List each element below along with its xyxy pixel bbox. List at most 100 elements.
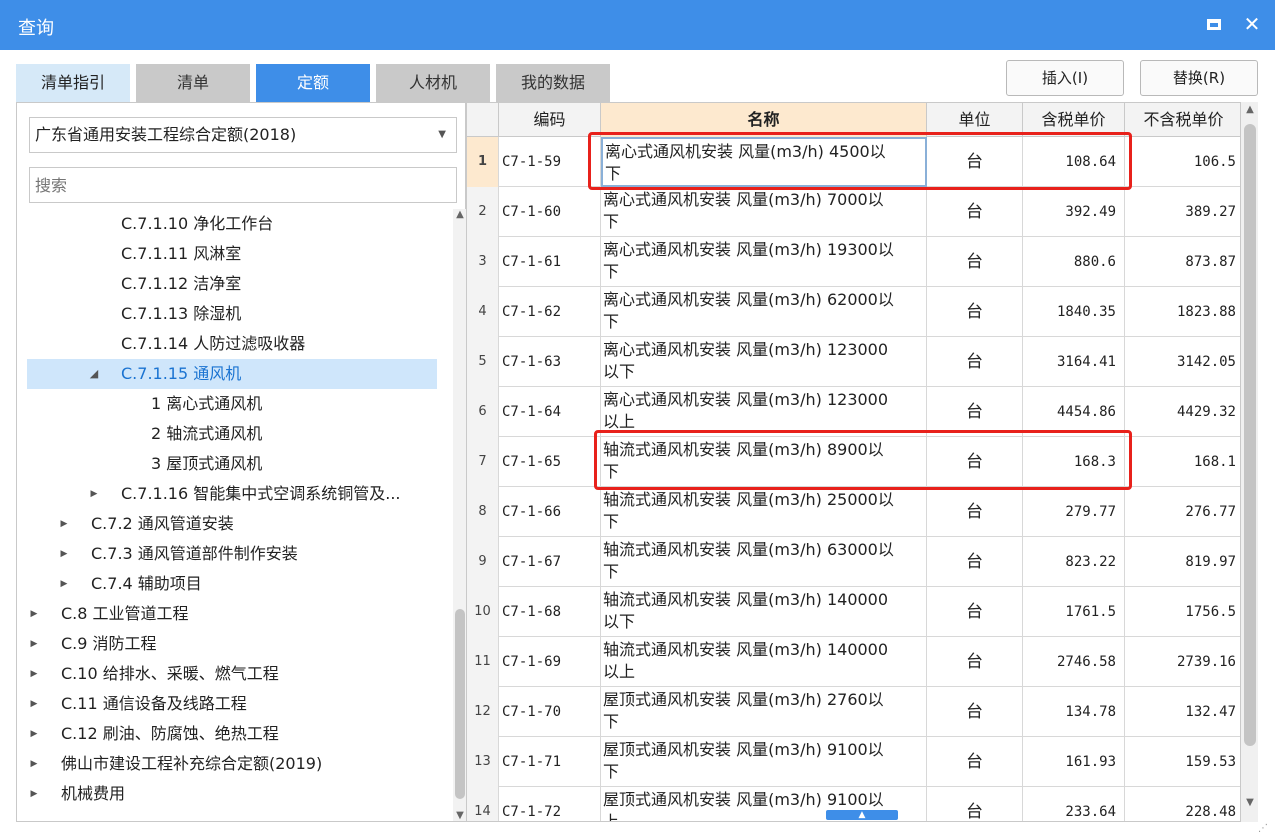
unit-cell: 台 bbox=[927, 737, 1023, 787]
tree-item[interactable]: C.7.1.14 人防过滤吸收器 bbox=[27, 329, 437, 359]
row-index: 3 bbox=[467, 237, 499, 287]
collapsed-arrow-icon[interactable]: ▶ bbox=[27, 659, 41, 689]
tree-item[interactable]: 2 轴流式通风机 bbox=[27, 419, 437, 449]
table-row[interactable]: 12 C7-1-70 屋顶式通风机安装 风量(m3/h) 2760以下台 134.78… bbox=[467, 687, 1257, 737]
tree-item[interactable]: ▶ C.9 消防工程 bbox=[27, 629, 437, 659]
tree-item[interactable]: ▶ C.7.2 通风管道安装 bbox=[27, 509, 437, 539]
tree-item[interactable]: C.7.1.12 洁净室 bbox=[27, 269, 437, 299]
header-name[interactable]: 名称 bbox=[601, 103, 927, 137]
tab-labor-material-machine[interactable]: 人材机 bbox=[376, 64, 490, 102]
table-row[interactable]: 11 C7-1-69 轴流式通风机安装 风量(m3/h) 140000 以上 台 2746… bbox=[467, 637, 1257, 687]
table-row[interactable]: 3 C7-1-61 离心式通风机安装 风量(m3/h) 19300以下台 880.6 8… bbox=[467, 237, 1257, 287]
table-row[interactable]: 2 C7-1-60 离心式通风机安装 风量(m3/h) 7000以下台 392.49 3… bbox=[467, 187, 1257, 237]
chevron-down-icon: ▼ bbox=[438, 129, 446, 140]
library-select[interactable]: 广东省通用安装工程综合定额(2018) ▼ bbox=[29, 117, 457, 153]
collapsed-arrow-icon[interactable]: ▶ bbox=[27, 719, 41, 749]
grid-header: 编码 名称 单位 含税单价 不含税单价 bbox=[467, 103, 1257, 137]
collapsed-arrow-icon[interactable]: ▶ bbox=[27, 629, 41, 659]
tree-item[interactable]: ▶ C.7.1.16 智能集中式空调系统铜管及... bbox=[27, 479, 437, 509]
unit-cell: 台 bbox=[927, 287, 1023, 337]
tree-item[interactable]: ▶ C.7.3 通风管道部件制作安装 bbox=[27, 539, 437, 569]
no-tax-price-cell: 2739.16 bbox=[1125, 637, 1243, 687]
collapsed-arrow-icon[interactable]: ▶ bbox=[27, 749, 41, 779]
scroll-up-icon[interactable]: ▲ bbox=[1241, 104, 1259, 115]
name-line-2: 下 bbox=[603, 212, 620, 231]
collapsed-arrow-icon[interactable]: ▶ bbox=[27, 689, 41, 719]
name-cell: 离心式通风机安装 风量(m3/h) 62000以下 bbox=[601, 287, 927, 337]
tree-item-label: 佛山市建设工程补充综合定额(2019) bbox=[61, 754, 323, 773]
collapsed-arrow-icon[interactable]: ▶ bbox=[57, 539, 71, 569]
tree-item[interactable]: C.7.1.10 净化工作台 bbox=[27, 209, 437, 239]
table-row[interactable]: 4 C7-1-62 离心式通风机安装 风量(m3/h) 62000以下台 1840.3… bbox=[467, 287, 1257, 337]
tax-price-cell: 2746.58 bbox=[1023, 637, 1125, 687]
tree-item[interactable]: ▶ 机械费用 bbox=[27, 779, 437, 809]
code-cell: C7-1-72 bbox=[499, 787, 601, 821]
unit-cell: 台 bbox=[927, 587, 1023, 637]
table-row[interactable]: 1 C7-1-59 离心式通风机安装 风量(m3/h) 4500以下台 108.64 1… bbox=[467, 137, 1257, 187]
table-row[interactable]: 9 C7-1-67 轴流式通风机安装 风量(m3/h) 63000以下台 823.22… bbox=[467, 537, 1257, 587]
tree-item[interactable]: 1 离心式通风机 bbox=[27, 389, 437, 419]
table-row[interactable]: 8 C7-1-66 轴流式通风机安装 风量(m3/h) 25000以下台 279.77… bbox=[467, 487, 1257, 537]
collapsed-arrow-icon[interactable]: ▶ bbox=[87, 479, 101, 509]
tab-my-data[interactable]: 我的数据 bbox=[496, 64, 610, 102]
close-icon[interactable]: ✕ bbox=[1240, 12, 1264, 36]
splitter-handle[interactable]: ▲ bbox=[826, 810, 898, 820]
header-unit[interactable]: 单位 bbox=[927, 103, 1023, 137]
tab-list-guide[interactable]: 清单指引 bbox=[16, 64, 130, 102]
collapsed-arrow-icon[interactable]: ▶ bbox=[27, 599, 41, 629]
collapsed-arrow-icon[interactable]: ▶ bbox=[27, 779, 41, 809]
tree-item[interactable]: ▶ C.7.4 辅助项目 bbox=[27, 569, 437, 599]
table-row[interactable]: 10 C7-1-68 轴流式通风机安装 风量(m3/h) 140000 以下 台 1761… bbox=[467, 587, 1257, 637]
scroll-down-icon[interactable]: ▼ bbox=[1241, 797, 1259, 808]
tree-item[interactable]: C.7.1.13 除湿机 bbox=[27, 299, 437, 329]
tree-item[interactable]: ▶ C.8 工业管道工程 bbox=[27, 599, 437, 629]
tree-item-label: C.7.1.16 智能集中式空调系统铜管及... bbox=[121, 484, 401, 503]
header-no-tax-price[interactable]: 不含税单价 bbox=[1125, 103, 1243, 137]
tree-item-label: C.8 工业管道工程 bbox=[61, 604, 189, 623]
tree-item-label: 2 轴流式通风机 bbox=[151, 424, 263, 443]
tree-item-label: C.7.1.10 净化工作台 bbox=[121, 214, 274, 233]
no-tax-price-cell: 3142.05 bbox=[1125, 337, 1243, 387]
collapsed-arrow-icon[interactable]: ▶ bbox=[57, 569, 71, 599]
tree-item[interactable]: ▶ C.10 给排水、采暖、燃气工程 bbox=[27, 659, 437, 689]
tab-list[interactable]: 清单 bbox=[136, 64, 250, 102]
no-tax-price-cell: 389.27 bbox=[1125, 187, 1243, 237]
tax-price-cell: 233.64 bbox=[1023, 787, 1125, 821]
tree-item[interactable]: 3 屋顶式通风机 bbox=[27, 449, 437, 479]
collapsed-arrow-icon[interactable]: ▶ bbox=[57, 509, 71, 539]
table-row[interactable]: 5 C7-1-63 离心式通风机安装 风量(m3/h) 123000 以下 台 3164.… bbox=[467, 337, 1257, 387]
row-index: 12 bbox=[467, 687, 499, 737]
search-input[interactable] bbox=[29, 167, 457, 203]
tree-item[interactable]: ◢ C.7.1.15 通风机 bbox=[27, 359, 437, 389]
table-row[interactable]: 7 C7-1-65 轴流式通风机安装 风量(m3/h) 8900以下台 168.3 16… bbox=[467, 437, 1257, 487]
header-index bbox=[467, 103, 499, 137]
insert-button[interactable]: 插入(I) bbox=[1006, 60, 1124, 96]
tree-scrollbar[interactable]: ▲ ▼ bbox=[453, 209, 467, 821]
grid-scrollbar[interactable]: ▲ ▼ bbox=[1240, 102, 1258, 822]
table-row[interactable]: 6 C7-1-64 离心式通风机安装 风量(m3/h) 123000 以上 台 4454.… bbox=[467, 387, 1257, 437]
header-code[interactable]: 编码 bbox=[499, 103, 601, 137]
category-tree: C.7.1.10 净化工作台 C.7.1.11 风淋室 C.7.1.12 洁净室 C.… bbox=[27, 209, 437, 821]
maximize-icon[interactable] bbox=[1202, 12, 1226, 36]
tree-item[interactable]: C.7.1.11 风淋室 bbox=[27, 239, 437, 269]
name-line-2: 下 bbox=[603, 462, 620, 481]
header-tax-price[interactable]: 含税单价 bbox=[1023, 103, 1125, 137]
table-row[interactable]: 13 C7-1-71 屋顶式通风机安装 风量(m3/h) 9100以下台 161.93… bbox=[467, 737, 1257, 787]
name-cell: 离心式通风机安装 风量(m3/h) 7000以下 bbox=[601, 187, 927, 237]
tab-quota[interactable]: 定额 bbox=[256, 64, 370, 102]
row-index: 13 bbox=[467, 737, 499, 787]
tree-item[interactable]: ▶ 佛山市建设工程补充综合定额(2019) bbox=[27, 749, 437, 779]
grid-scrollbar-thumb[interactable] bbox=[1244, 124, 1256, 746]
tree-scrollbar-thumb[interactable] bbox=[455, 609, 465, 799]
tree-item[interactable]: ▶ C.11 通信设备及线路工程 bbox=[27, 689, 437, 719]
tree-item-label: 机械费用 bbox=[61, 784, 126, 803]
expanded-arrow-icon[interactable]: ◢ bbox=[87, 359, 101, 389]
tree-item[interactable]: ▶ C.12 刷油、防腐蚀、绝热工程 bbox=[27, 719, 437, 749]
name-line-2: 以上 bbox=[603, 662, 636, 681]
replace-button[interactable]: 替换(R) bbox=[1140, 60, 1258, 96]
unit-cell: 台 bbox=[927, 787, 1023, 821]
scroll-up-icon[interactable]: ▲ bbox=[453, 209, 467, 220]
unit-cell: 台 bbox=[927, 487, 1023, 537]
scroll-down-icon[interactable]: ▼ bbox=[453, 810, 467, 821]
resize-grip-icon[interactable]: ⋰ bbox=[1258, 822, 1272, 836]
